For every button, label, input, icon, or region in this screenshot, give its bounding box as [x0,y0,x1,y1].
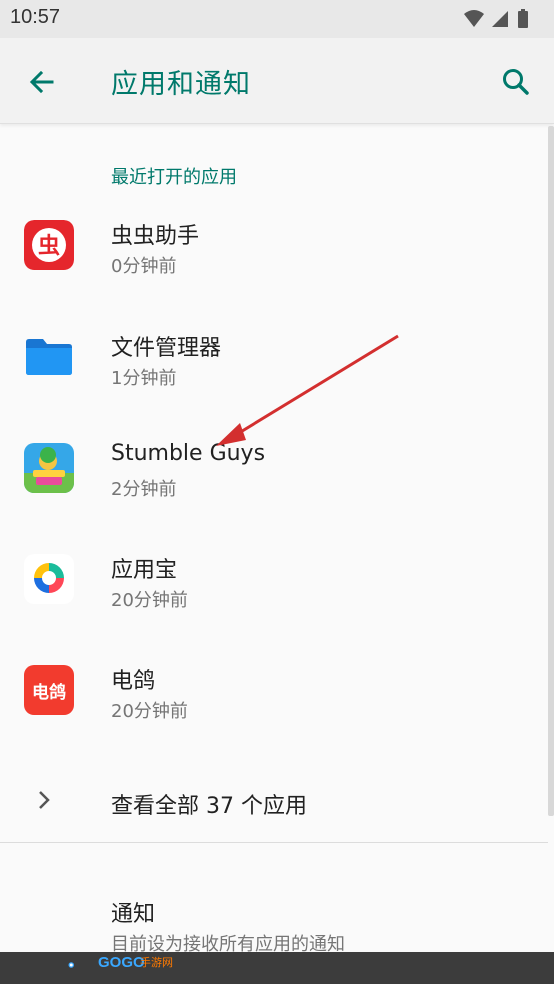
chevron-right-icon [39,791,50,809]
scrollbar[interactable] [548,126,554,816]
app-name: Stumble Guys [111,441,266,466]
recent-apps-header: 最近打开的应用 [111,167,237,188]
app-name: 文件管理器 [111,336,222,361]
notifications-setting[interactable]: 通知 目前设为接收所有应用的通知 [0,880,548,960]
app-last-used: 0分钟前 [111,256,177,277]
status-bar: 10:57 [0,0,554,38]
app-name: 电鸽 [111,669,156,694]
stumble-guys-icon [24,443,74,493]
app-row-yingyongbao[interactable]: 应用宝 20分钟前 [0,524,548,634]
watermark-suffix: 手游网 [140,956,173,969]
diange-icon: 电鸽 [24,665,74,715]
search-icon[interactable] [496,62,536,102]
see-all-apps-label: 查看全部 37 个应用 [111,794,307,819]
diange-icon-label: 电鸽 [32,682,66,703]
app-row-chongchong[interactable]: 虫 虫虫助手 0分钟前 [0,190,548,300]
app-bar: 应用和通知 [0,38,554,124]
svg-text:虫: 虫 [38,233,60,259]
signal-icon [492,11,508,27]
yingyongbao-icon [24,554,74,604]
app-last-used: 20分钟前 [111,701,188,722]
folder-icon [26,339,72,375]
section-divider [0,842,548,843]
app-last-used: 20分钟前 [111,590,188,611]
watermark-brand: GOGO [98,954,145,971]
app-last-used: 1分钟前 [111,368,177,389]
app-last-used: 2分钟前 [111,479,177,500]
battery-icon [518,11,528,28]
watermark-logo-icon [68,962,74,968]
page-title: 应用和通知 [111,69,251,100]
notifications-title: 通知 [111,902,156,927]
status-icons [464,9,528,28]
app-row-stumble-guys[interactable]: Stumble Guys 2分钟前 [0,413,548,523]
app-name: 虫虫助手 [111,224,200,249]
wifi-icon [464,10,484,27]
see-all-apps-button[interactable]: 查看全部 37 个应用 [0,760,548,840]
back-arrow-icon[interactable] [22,62,62,102]
chongchong-icon: 虫 [24,220,74,270]
status-time: 10:57 [10,6,61,28]
app-row-diange[interactable]: 电鸽 电鸽 20分钟前 [0,635,548,745]
app-row-file-manager[interactable]: 文件管理器 1分钟前 [0,302,548,412]
app-name: 应用宝 [111,558,178,583]
